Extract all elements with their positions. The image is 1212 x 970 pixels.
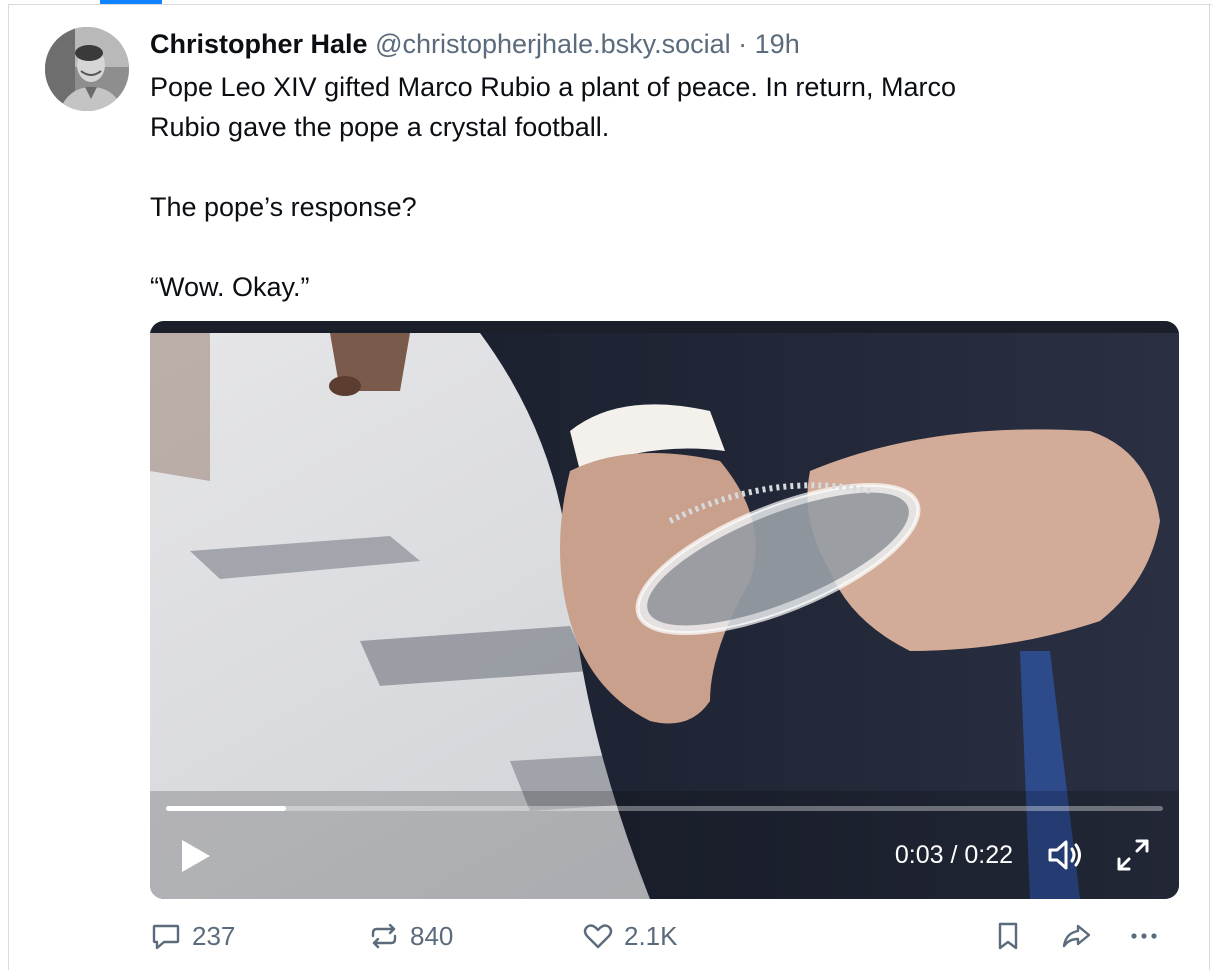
like-icon (583, 924, 613, 949)
reply-icon (152, 924, 180, 950)
volume-icon (1048, 840, 1081, 870)
play-button[interactable] (176, 836, 216, 876)
video-progress-bar[interactable] (166, 806, 1163, 811)
repost-count: 840 (410, 920, 454, 951)
fullscreen-icon (1117, 839, 1149, 871)
like-count: 2.1K (624, 920, 678, 951)
repost-icon (371, 923, 397, 949)
author-name[interactable]: Christopher Hale (150, 29, 368, 59)
mute-button[interactable] (1045, 835, 1085, 875)
video-progress-fill (166, 806, 286, 811)
video-frame (150, 321, 1179, 899)
video-time: 0:03 / 0:22 (894, 841, 1013, 869)
avatar[interactable] (45, 27, 129, 111)
divider (1209, 4, 1210, 970)
more-icon (1131, 933, 1157, 939)
author-handle[interactable]: @christopherjhale.bsky.social (375, 29, 731, 59)
share-button[interactable] (1060, 915, 1092, 957)
like-button[interactable]: 2.1K (582, 915, 678, 957)
reply-count: 237 (192, 920, 236, 951)
fullscreen-button[interactable] (1113, 835, 1153, 875)
post-header: Christopher Hale @christopherjhale.bsky.… (150, 25, 1180, 63)
repost-button[interactable]: 840 (368, 915, 453, 957)
post-timestamp[interactable]: 19h (755, 29, 800, 59)
separator: · (738, 29, 748, 59)
share-icon (1062, 924, 1091, 948)
more-options-button[interactable] (1128, 915, 1160, 957)
post-card[interactable]: Christopher Hale @christopherjhale.bsky.… (9, 5, 1209, 970)
video-player[interactable]: 0:03 / 0:22 (150, 321, 1179, 899)
bookmark-icon (998, 922, 1018, 950)
post-text: Pope Leo XIV gifted Marco Rubio a plant … (150, 72, 956, 302)
reply-button[interactable]: 237 (150, 915, 235, 957)
post-actions: 237 840 2.1K (150, 915, 1180, 957)
bookmark-button[interactable] (992, 915, 1024, 957)
play-icon (182, 840, 210, 872)
